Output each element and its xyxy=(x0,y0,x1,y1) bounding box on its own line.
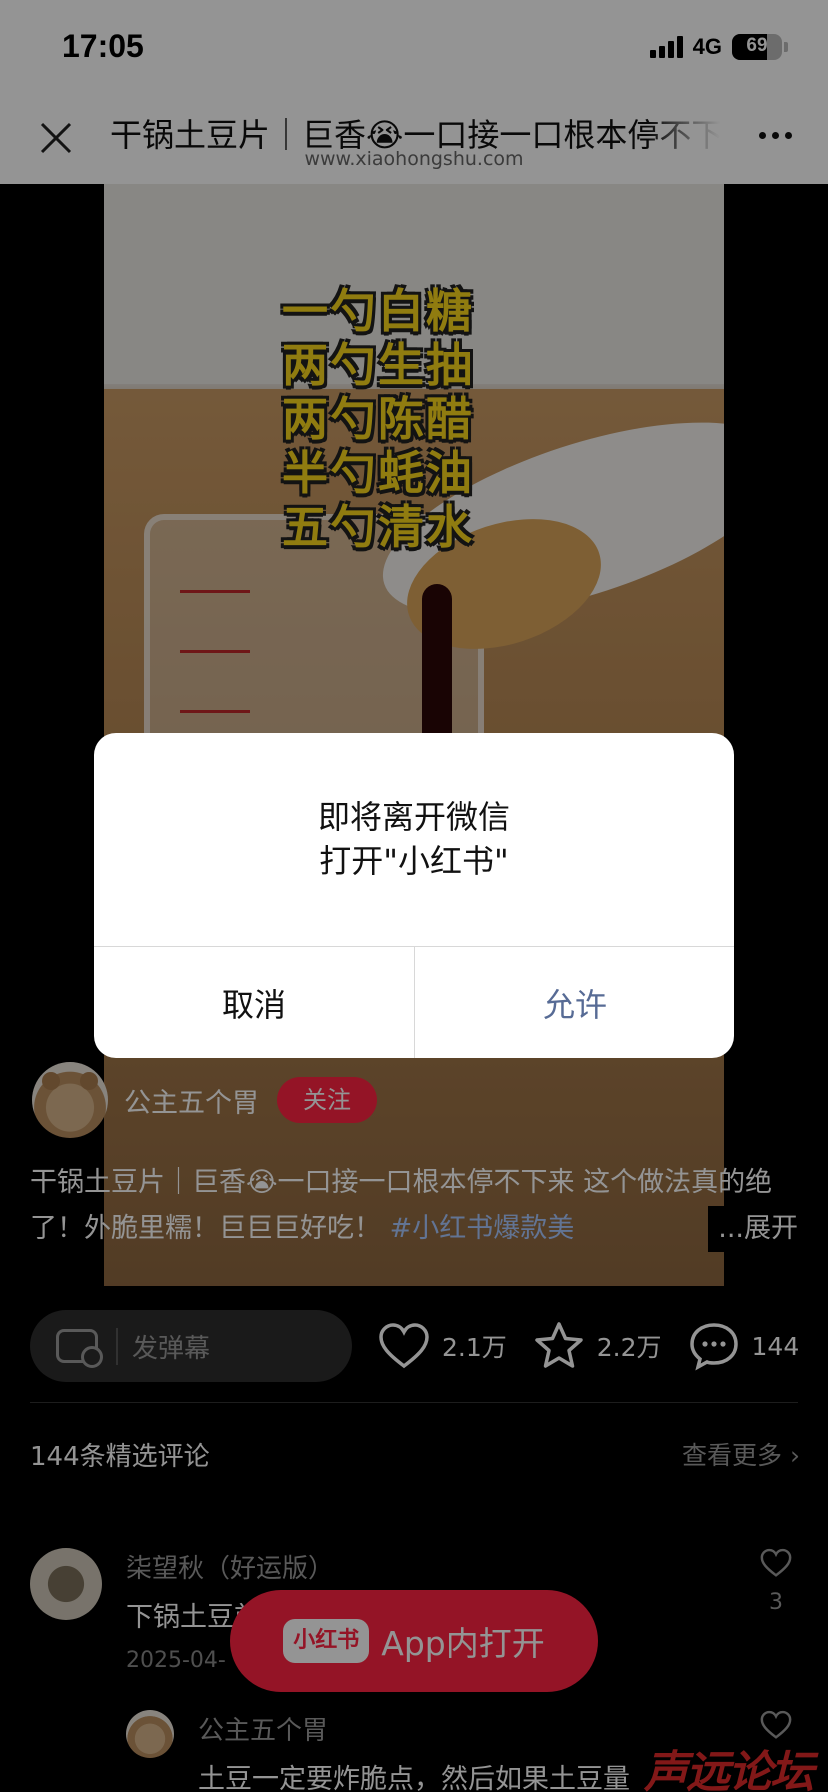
cancel-button[interactable]: 取消 xyxy=(94,947,414,1058)
leave-wechat-dialog: 即将离开微信 打开"小红书" 取消 允许 xyxy=(94,733,734,1058)
dialog-message: 即将离开微信 打开"小红书" xyxy=(94,795,734,883)
allow-button[interactable]: 允许 xyxy=(415,947,734,1058)
dialog-line-1: 即将离开微信 xyxy=(317,798,510,836)
dialog-line-2: 打开"小红书" xyxy=(319,842,509,880)
